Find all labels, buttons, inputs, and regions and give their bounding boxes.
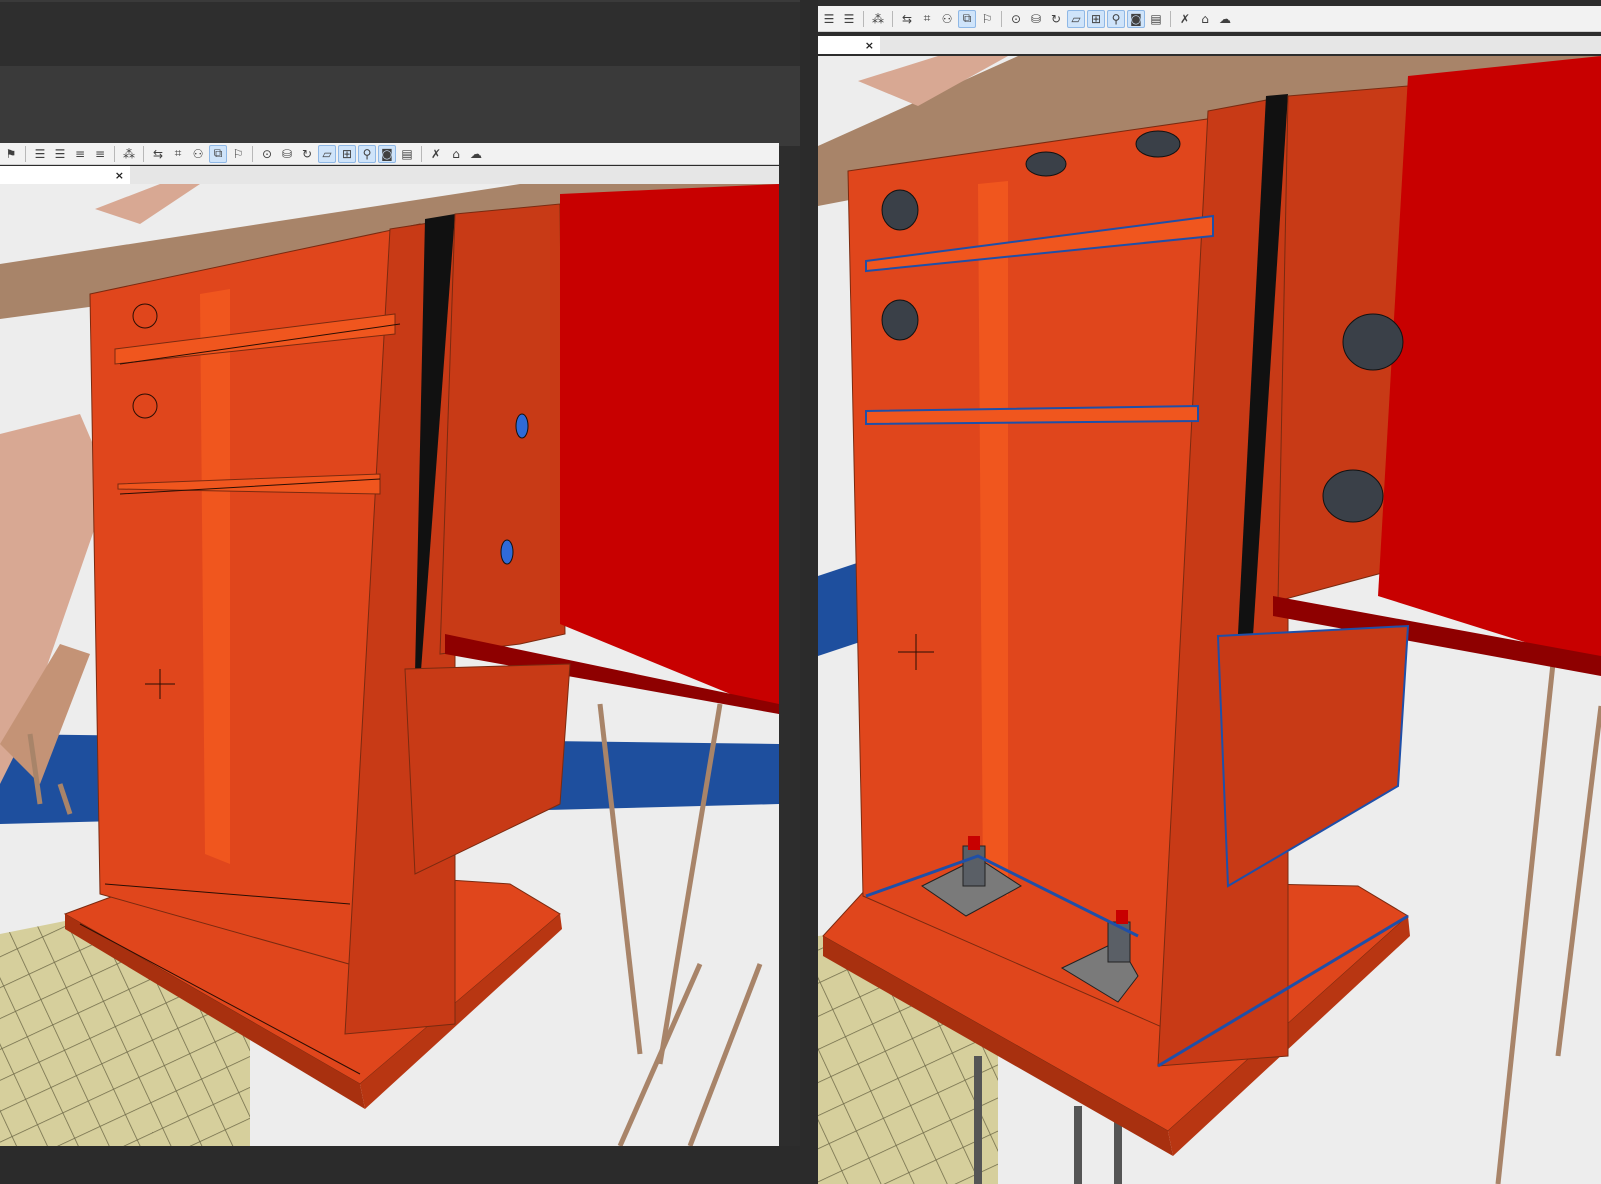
toolbar-separator	[1001, 10, 1002, 27]
red-beam-web	[1378, 56, 1601, 666]
group-icon[interactable]: ⚇	[189, 145, 207, 163]
align-left-icon[interactable]: ☰	[820, 10, 838, 28]
right-model-render	[818, 56, 1601, 1184]
toolbar-separator	[892, 10, 893, 27]
haunch-plate	[1216, 624, 1410, 888]
bolt-hole	[500, 539, 514, 565]
grid-icon[interactable]: ⊞	[1087, 9, 1105, 28]
right-toolbar: ☰ ☰ ⁂ ⇆ ⌗ ⚇ ⧉ ⚐ ⊙ ⛁ ↻ ▱ ⊞ ⚲ ◙ ▤ ✗ ⌂ ☁	[818, 6, 1601, 32]
right-tab-bar: ×	[818, 36, 1601, 54]
close-icon[interactable]: ×	[865, 39, 874, 52]
select-icon[interactable]: ⌗	[918, 10, 936, 28]
person-icon[interactable]: ⚲	[358, 144, 376, 163]
toolbar-separator	[421, 145, 422, 162]
panel-divider[interactable]	[800, 0, 818, 1184]
fx-icon[interactable]: ✗	[1176, 10, 1194, 28]
align-right-icon[interactable]: ≡	[71, 145, 89, 163]
flag-icon[interactable]: ⚐	[978, 10, 996, 28]
grid-icon[interactable]: ⊞	[338, 144, 356, 163]
anchor-rod-end	[968, 836, 980, 850]
select-icon[interactable]: ⌗	[169, 145, 187, 163]
column-flange-highlight	[978, 181, 1008, 896]
toolbar-separator	[25, 145, 26, 162]
panel-icon[interactable]: ▤	[1147, 10, 1165, 28]
anchor-nut	[962, 845, 986, 887]
align-justify-icon[interactable]: ≡	[91, 145, 109, 163]
group-icon[interactable]: ⚇	[938, 10, 956, 28]
magic-wand-icon[interactable]: ⁂	[869, 10, 887, 28]
anchor-rod-end	[1116, 910, 1128, 924]
tag-icon[interactable]: ⌂	[447, 145, 465, 163]
plane-icon[interactable]: ▱	[1067, 9, 1085, 28]
handrails	[1495, 615, 1601, 1184]
undo-icon[interactable]: ⇆	[149, 145, 167, 163]
toolbar-separator	[863, 10, 864, 27]
align-left-icon[interactable]: ☰	[31, 145, 49, 163]
flag-icon[interactable]: ⚐	[229, 145, 247, 163]
left-toolbar: ⚑ ☰ ☰ ≡ ≡ ⁂ ⇆ ⌗ ⚇ ⧉ ⚐ ⊙ ⛁ ↻ ▱ ⊞ ⚲ ◙ ▤ ✗ …	[0, 143, 779, 165]
tag-icon[interactable]: ⌂	[1196, 10, 1214, 28]
check-circle-icon[interactable]: ⊙	[258, 145, 276, 163]
database-icon[interactable]: ⛁	[278, 145, 296, 163]
view-link-icon[interactable]: ⧉	[958, 9, 976, 28]
align-center-icon[interactable]: ☰	[51, 145, 69, 163]
fx-icon[interactable]: ✗	[427, 145, 445, 163]
magic-wand-icon[interactable]: ⁂	[120, 145, 138, 163]
toolbar-separator	[1170, 10, 1171, 27]
left-dark-header	[0, 0, 800, 66]
left-bottom-strip	[0, 1146, 800, 1184]
left-3d-viewport[interactable]	[0, 184, 779, 1146]
cloud-icon[interactable]: ☁	[1216, 10, 1234, 28]
red-beam-web	[560, 184, 779, 714]
column-flange-highlight	[200, 289, 230, 864]
close-icon[interactable]: ×	[115, 169, 124, 182]
left-tab-bar: ×	[0, 166, 779, 184]
end-plate	[439, 203, 566, 655]
refresh-icon[interactable]: ↻	[1047, 10, 1065, 28]
right-panel: ☰ ☰ ⁂ ⇆ ⌗ ⚇ ⧉ ⚐ ⊙ ⛁ ↻ ▱ ⊞ ⚲ ◙ ▤ ✗ ⌂ ☁ ×	[818, 0, 1601, 1184]
refresh-icon[interactable]: ↻	[298, 145, 316, 163]
database-icon[interactable]: ⛁	[1027, 10, 1045, 28]
person-icon[interactable]: ⚲	[1107, 9, 1125, 28]
view-link-icon[interactable]: ⧉	[209, 144, 227, 163]
slab-edge	[95, 184, 200, 224]
right-3d-viewport[interactable]	[818, 56, 1601, 1184]
check-circle-icon[interactable]: ⊙	[1007, 10, 1025, 28]
zoom-icon[interactable]: ◙	[1127, 9, 1145, 28]
toolbar-separator	[143, 145, 144, 162]
left-view-tab[interactable]: ×	[0, 166, 130, 184]
undo-icon[interactable]: ⇆	[898, 10, 916, 28]
cloud-icon[interactable]: ☁	[467, 145, 485, 163]
left-dark-area	[0, 66, 800, 146]
panel-icon[interactable]: ▤	[398, 145, 416, 163]
bolt-hole	[515, 413, 529, 439]
layers-icon[interactable]: ⚑	[2, 145, 20, 163]
align-right-icon[interactable]: ☰	[840, 10, 858, 28]
plane-icon[interactable]: ▱	[318, 144, 336, 163]
toolbar-separator	[114, 145, 115, 162]
toolbar-separator	[252, 145, 253, 162]
zoom-icon[interactable]: ◙	[378, 144, 396, 163]
right-view-tab[interactable]: ×	[818, 36, 880, 54]
haunch-plate	[404, 663, 571, 875]
left-model-render	[0, 184, 779, 1146]
left-panel: ⚑ ☰ ☰ ≡ ≡ ⁂ ⇆ ⌗ ⚇ ⧉ ⚐ ⊙ ⛁ ↻ ▱ ⊞ ⚲ ◙ ▤ ✗ …	[0, 0, 800, 1184]
